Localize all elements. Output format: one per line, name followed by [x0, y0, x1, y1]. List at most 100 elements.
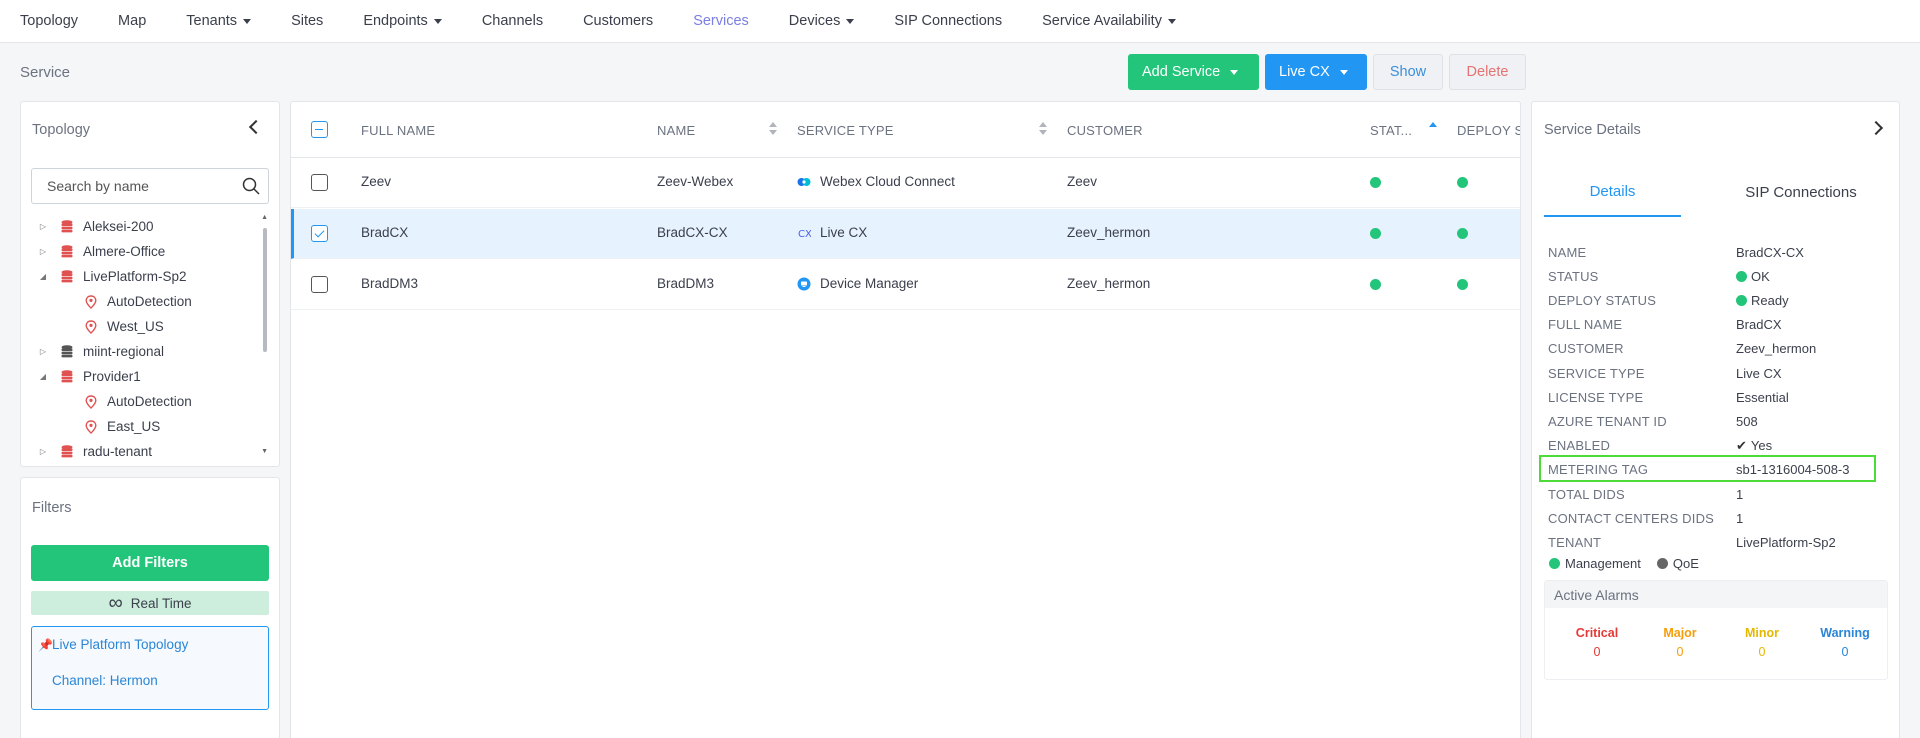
nav-customers[interactable]: Customers — [583, 13, 653, 29]
header-service-type[interactable]: SERVICE TYPE — [797, 123, 894, 138]
alarm-minor[interactable]: Minor 0 — [1722, 626, 1802, 659]
filters-panel: Filters Add Filters ∞ Real Time 📌 Live P… — [20, 477, 280, 738]
status-dot — [1736, 294, 1747, 306]
details-title: Service Details — [1544, 122, 1641, 138]
top-navigation: Topology Map Tenants Sites Endpoints Channels… — [0, 0, 1920, 43]
header-customer[interactable]: CUSTOMER — [1067, 123, 1143, 138]
tree-item[interactable]: ◢ Provider1 — [21, 364, 261, 389]
alarm-warning[interactable]: Warning 0 — [1805, 626, 1885, 659]
delete-button[interactable]: Delete — [1449, 54, 1526, 90]
nav-tenants[interactable]: Tenants — [186, 13, 252, 29]
tree-item[interactable]: West_US — [21, 314, 261, 339]
add-service-label: Add Service — [1142, 64, 1221, 80]
topology-panel: Topology ▷ Aleksei-200 ▷ Almere-Office ◢ Live… — [20, 101, 280, 467]
chevron-down-icon — [243, 18, 252, 24]
collapse-icon[interactable]: ◢ — [33, 372, 53, 381]
nav-devices[interactable]: Devices — [789, 13, 855, 29]
alarm-major[interactable]: Major 0 — [1640, 626, 1720, 659]
detail-row-tenant: TENANT LivePlatform-Sp2 — [1548, 530, 1888, 554]
alarm-critical[interactable]: Critical 0 — [1557, 626, 1637, 659]
tree-item[interactable]: AutoDetection — [21, 389, 261, 414]
cell-full-name: BradDM3 — [361, 276, 419, 291]
sort-status-icon[interactable] — [1429, 122, 1437, 136]
tree-item[interactable]: ◢ LivePlatform-Sp2 — [21, 264, 261, 289]
tab-sip-connections[interactable]: SIP Connections — [1714, 167, 1888, 217]
legend-item[interactable]: QoE — [1656, 556, 1699, 571]
deploy-status-dot — [1457, 228, 1468, 239]
cx-icon: CX — [798, 229, 811, 240]
alarm-label: Major — [1663, 626, 1697, 640]
location-pin-icon — [85, 419, 97, 434]
nav-services[interactable]: Services — [693, 13, 749, 29]
tree-item[interactable]: ▷ Aleksei-200 — [21, 214, 261, 239]
legend-item[interactable]: Management — [1549, 556, 1641, 571]
chevron-down-icon — [1167, 18, 1176, 24]
row-checkbox[interactable] — [311, 276, 328, 293]
live-cx-button[interactable]: Live CX — [1265, 54, 1367, 90]
sort-service-type-icon[interactable] — [1039, 122, 1047, 136]
detail-key: STATUS — [1548, 268, 1599, 284]
database-icon — [61, 220, 73, 233]
tree-item[interactable]: ▷ radu-tenant — [21, 439, 261, 464]
webex-icon — [797, 177, 811, 186]
filter-topology[interactable]: Live Platform Topology — [52, 637, 188, 652]
tree-scrollbar[interactable] — [263, 218, 267, 458]
header-status[interactable]: STAT... — [1370, 123, 1412, 138]
sort-name-icon[interactable] — [769, 122, 777, 136]
cell-service-type: Device Manager — [797, 276, 918, 291]
header-name[interactable]: NAME — [657, 123, 695, 138]
tree-item[interactable]: AutoDetection — [21, 289, 261, 314]
nav-channels[interactable]: Channels — [482, 13, 543, 29]
nav-map[interactable]: Map — [118, 13, 146, 29]
topology-title: Topology — [32, 122, 91, 138]
detail-value-text: 508 — [1736, 413, 1758, 429]
pin-icon[interactable]: 📌 — [38, 638, 53, 652]
detail-value: LivePlatform-Sp2 — [1736, 535, 1836, 550]
detail-value-text: BradCX-CX — [1736, 244, 1804, 260]
header-full-name[interactable]: FULL NAME — [361, 123, 435, 138]
database-icon — [61, 245, 73, 258]
scroll-down-icon[interactable]: ▼ — [261, 448, 268, 455]
real-time-toggle[interactable]: ∞ Real Time — [31, 591, 269, 615]
select-all-checkbox[interactable] — [311, 121, 328, 138]
collapse-icon[interactable]: ◢ — [33, 272, 53, 281]
nav-service-availability[interactable]: Service Availability — [1042, 13, 1176, 29]
add-filters-button[interactable]: Add Filters — [31, 545, 269, 581]
add-service-button[interactable]: Add Service — [1128, 54, 1259, 90]
tree-item[interactable]: ▷ miint-regional — [21, 339, 261, 364]
nav-sites[interactable]: Sites — [291, 13, 323, 29]
filter-channel[interactable]: Channel: Hermon — [52, 673, 158, 688]
expand-icon[interactable]: ▷ — [33, 247, 53, 256]
toolbar: Add Service Live CX Show Delete — [1128, 54, 1526, 90]
tab-details[interactable]: Details — [1544, 167, 1681, 217]
table-row[interactable]: BradCX BradCX-CX CX Live CX Zeev_hermon — [291, 209, 1520, 259]
scrollbar-thumb[interactable] — [263, 228, 267, 352]
nav-sip-connections[interactable]: SIP Connections — [894, 13, 1002, 29]
expand-icon[interactable]: ▷ — [33, 447, 53, 456]
expand-icon[interactable]: ▷ — [33, 347, 53, 356]
detail-value: BradCX-CX — [1736, 245, 1804, 260]
show-button[interactable]: Show — [1373, 54, 1443, 90]
tree-item[interactable]: East_US — [21, 414, 261, 439]
topology-tree: ▷ Aleksei-200 ▷ Almere-Office ◢ LivePlatform-… — [21, 214, 261, 464]
tree-item[interactable]: ▷ Almere-Office — [21, 239, 261, 264]
row-checkbox[interactable] — [311, 174, 328, 191]
nav-label: Channels — [481, 13, 544, 29]
service-type-label: Live CX — [820, 225, 868, 240]
detail-key: DEPLOY STATUS — [1548, 292, 1657, 308]
device-manager-icon — [797, 277, 811, 290]
search-input[interactable] — [47, 178, 242, 194]
services-table: FULL NAME NAME SERVICE TYPE CUSTOMER STA… — [290, 101, 1521, 738]
collapse-left-icon[interactable] — [248, 119, 264, 135]
nav-topology[interactable]: Topology — [20, 13, 78, 29]
table-row[interactable]: BradDM3 BradDM3 Device Manager Zeev_hermon — [291, 260, 1520, 310]
row-checkbox[interactable] — [311, 225, 328, 242]
header-deploy-status[interactable]: DEPLOY S — [1457, 123, 1520, 138]
service-type-label: Webex Cloud Connect — [820, 174, 955, 189]
collapse-right-icon[interactable] — [1868, 120, 1884, 136]
expand-icon[interactable]: ▷ — [33, 222, 53, 231]
nav-label: SIP Connections — [894, 13, 1003, 29]
table-row[interactable]: Zeev Zeev-Webex Webex Cloud Connect Zeev — [291, 158, 1520, 208]
search-icon[interactable] — [242, 177, 260, 195]
nav-endpoints[interactable]: Endpoints — [363, 13, 442, 29]
